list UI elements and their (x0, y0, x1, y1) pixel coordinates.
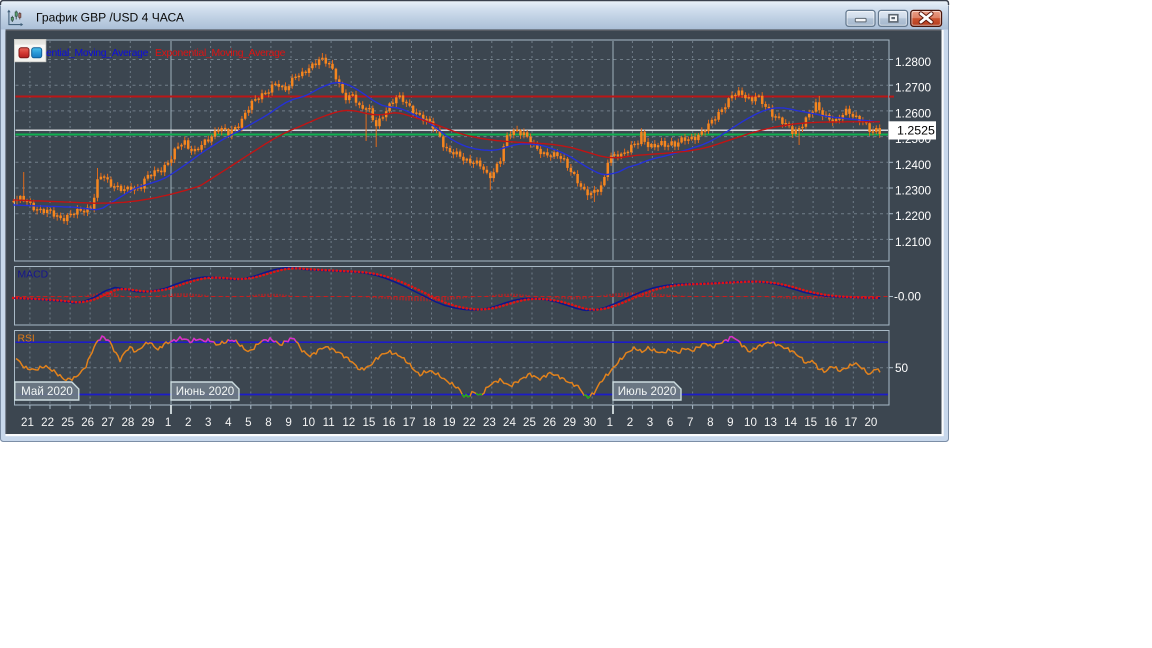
svg-text:6: 6 (667, 416, 673, 429)
svg-text:10: 10 (744, 416, 757, 429)
svg-text:24: 24 (503, 416, 516, 429)
svg-text:14: 14 (784, 416, 797, 429)
svg-text:2: 2 (185, 416, 191, 429)
svg-text:8: 8 (265, 416, 271, 429)
svg-text:29: 29 (563, 416, 576, 429)
svg-text:Exponential_Moving_Average: Exponential_Moving_Average (155, 48, 286, 59)
svg-text:2: 2 (627, 416, 633, 429)
svg-text:1.2525: 1.2525 (897, 124, 935, 138)
svg-text:График GBP /USD 4 ЧАСА: График GBP /USD 4 ЧАСА (36, 11, 185, 25)
svg-text:26: 26 (81, 416, 94, 429)
svg-text:1.2200: 1.2200 (895, 209, 932, 223)
svg-text:19: 19 (443, 416, 456, 429)
svg-text:10: 10 (302, 416, 315, 429)
svg-text:20: 20 (864, 416, 877, 429)
svg-text:16: 16 (383, 416, 396, 429)
svg-text:22: 22 (463, 416, 476, 429)
svg-text:3: 3 (205, 416, 211, 429)
svg-text:Июнь 2020: Июнь 2020 (176, 385, 234, 398)
svg-text:RSI: RSI (18, 334, 35, 345)
svg-text:Июль 2020: Июль 2020 (618, 385, 677, 398)
svg-text:5: 5 (245, 416, 251, 429)
svg-text:23: 23 (483, 416, 496, 429)
svg-text:9: 9 (285, 416, 291, 429)
svg-text:18: 18 (423, 416, 436, 429)
svg-text:25: 25 (61, 416, 74, 429)
svg-text:1.2600: 1.2600 (895, 106, 932, 120)
svg-text:4: 4 (225, 416, 232, 429)
svg-text:17: 17 (403, 416, 416, 429)
svg-text:21: 21 (21, 416, 34, 429)
svg-text:9: 9 (727, 416, 733, 429)
svg-text:1.2100: 1.2100 (895, 235, 932, 249)
svg-text:27: 27 (101, 416, 114, 429)
svg-text:26: 26 (543, 416, 556, 429)
svg-text:22: 22 (41, 416, 54, 429)
svg-text:30: 30 (583, 416, 596, 429)
svg-text:17: 17 (844, 416, 857, 429)
svg-text:11: 11 (323, 416, 335, 429)
svg-text:12: 12 (342, 416, 355, 429)
svg-text:1: 1 (165, 416, 171, 429)
svg-text:1.2300: 1.2300 (895, 184, 932, 198)
svg-text:16: 16 (824, 416, 837, 429)
svg-text:28: 28 (121, 416, 134, 429)
svg-text:50: 50 (895, 361, 909, 375)
svg-text:1.2700: 1.2700 (895, 81, 932, 95)
svg-text:8: 8 (707, 416, 713, 429)
svg-text:15: 15 (804, 416, 817, 429)
svg-text:MACD: MACD (18, 270, 49, 281)
svg-text:-0.00: -0.00 (894, 290, 921, 304)
svg-text:1.2400: 1.2400 (895, 158, 932, 172)
svg-text:ential_Moving_Average: ential_Moving_Average (46, 48, 149, 59)
svg-text:3: 3 (647, 416, 653, 429)
svg-text:1: 1 (607, 416, 613, 429)
svg-text:Май 2020: Май 2020 (21, 385, 73, 398)
svg-text:13: 13 (764, 416, 777, 429)
svg-text:7: 7 (687, 416, 693, 429)
svg-text:15: 15 (362, 416, 375, 429)
svg-text:1.2800: 1.2800 (895, 55, 932, 69)
svg-text:25: 25 (523, 416, 536, 429)
svg-text:29: 29 (142, 416, 155, 429)
